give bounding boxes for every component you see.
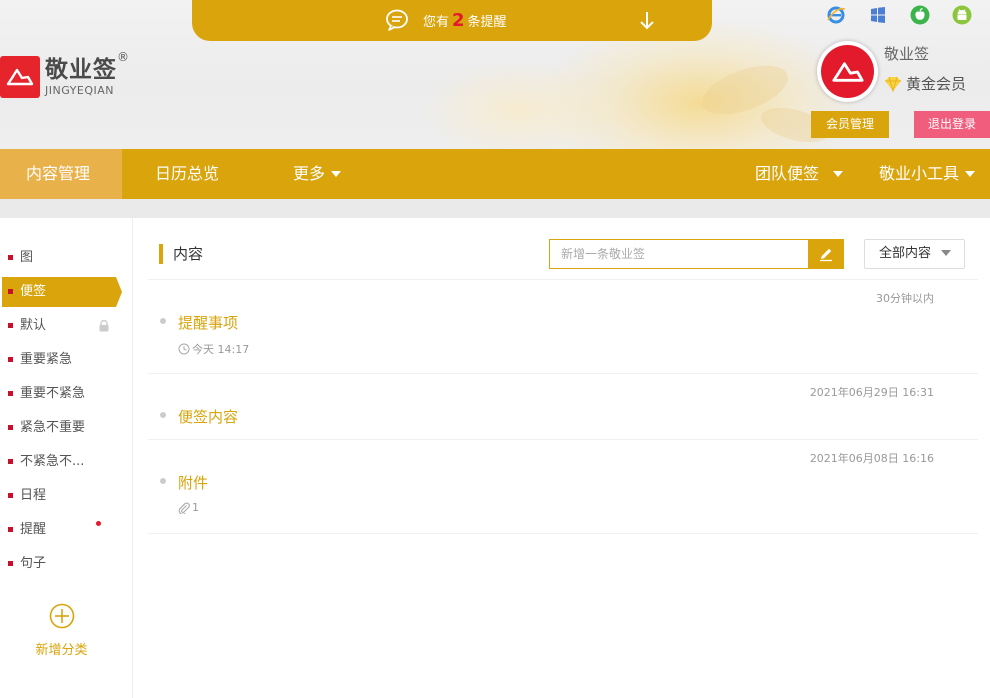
sidebar-item-urgent-not-important[interactable]: 紧急不重要 [2, 413, 122, 443]
unread-dot [96, 521, 101, 526]
nav-tools[interactable]: 敬业小工具 [879, 149, 976, 199]
separator-band [0, 199, 990, 218]
note-title: 提醒事项 [178, 314, 239, 332]
clock-icon [178, 343, 190, 355]
chat-bubble-icon [386, 9, 408, 31]
logout-button[interactable]: 退出登录 [914, 111, 990, 138]
diamond-icon [885, 76, 901, 92]
caret-down-icon [941, 249, 952, 256]
header-decoration [420, 60, 620, 149]
sidebar-item-schedule[interactable]: 日程 [2, 481, 122, 511]
brand-name: 敬业签 [45, 57, 117, 83]
sidebar-item-reminder[interactable]: 提醒 [2, 515, 122, 545]
username: 敬业签 [884, 45, 930, 63]
note-time: 30分钟以内 [876, 292, 934, 305]
plus-circle-icon [49, 603, 74, 629]
ie-icon[interactable] [826, 5, 846, 25]
paperclip-icon [178, 502, 190, 514]
caret-down-icon [965, 170, 976, 177]
add-note-button[interactable] [808, 240, 843, 268]
apple-icon[interactable] [910, 5, 930, 25]
note-attachment-count: 1 [178, 501, 199, 514]
new-note-bar [549, 239, 844, 269]
add-category-label: 新增分类 [35, 643, 88, 658]
content-filter-select[interactable]: 全部内容 [864, 239, 965, 269]
page-title: 内容 [159, 244, 203, 264]
logo-icon [0, 56, 40, 98]
nav-team-notes[interactable]: 团队便签 [755, 149, 844, 199]
reminder-text: 您有 2 条提醒 [423, 10, 507, 31]
bullet [160, 412, 166, 418]
sidebar-item-sentence[interactable]: 句子 [2, 549, 122, 579]
lock-icon [99, 320, 109, 332]
note-item[interactable]: 2021年06月08日 16:16 附件 1 [148, 450, 978, 534]
nav-calendar-overview[interactable]: 日历总览 [155, 149, 219, 199]
windows-icon[interactable] [868, 5, 888, 25]
pencil-icon [819, 248, 832, 262]
bullet [160, 318, 166, 324]
category-sidebar: 图 便签 默认 重要紧急 重要不紧急 紧急不重要 不紧急不... 日程 提醒 句… [0, 218, 133, 698]
reminder-count: 2 [452, 10, 465, 31]
note-item[interactable]: 2021年06月29日 16:31 便签内容 [148, 384, 978, 440]
brand-logo[interactable]: 敬业签 JINGYEQIAN ® [0, 50, 129, 98]
caret-down-icon [833, 170, 844, 177]
member-level: 黄金会员 [884, 73, 966, 94]
note-time: 2021年06月08日 16:16 [809, 452, 934, 465]
platform-links [826, 5, 972, 25]
sidebar-item-chart[interactable]: 图 [2, 243, 122, 273]
sidebar-item-important-urgent[interactable]: 重要紧急 [2, 345, 122, 375]
main-nav: 内容管理 日历总览 更多 团队便签 敬业小工具 [0, 149, 990, 199]
sidebar-item-not-urgent[interactable]: 不紧急不... [2, 447, 122, 477]
note-title: 附件 [178, 474, 209, 492]
android-icon[interactable] [952, 5, 972, 25]
note-time: 2021年06月29日 16:31 [809, 386, 934, 399]
sidebar-item-important-not-urgent[interactable]: 重要不紧急 [2, 379, 122, 409]
sidebar-item-notes[interactable]: 便签 [2, 277, 122, 307]
registered-mark: ® [117, 50, 129, 64]
note-title: 便签内容 [178, 408, 239, 426]
sidebar-item-default[interactable]: 默认 [2, 311, 122, 341]
arrow-down-icon[interactable] [639, 11, 655, 31]
divider [148, 279, 978, 280]
new-note-input[interactable] [550, 240, 808, 268]
nav-content-management[interactable]: 内容管理 [0, 149, 122, 199]
avatar[interactable] [817, 41, 878, 102]
member-management-button[interactable]: 会员管理 [811, 111, 889, 138]
caret-down-icon [331, 170, 342, 177]
header: 敬业签 JINGYEQIAN ® 您有 2 条提醒 敬业签 黄金会员 会员管理 … [0, 0, 990, 149]
note-reminder-time: 今天 14:17 [178, 341, 249, 357]
brand-name-en: JINGYEQIAN [45, 84, 115, 97]
nav-more[interactable]: 更多 [293, 149, 342, 199]
note-item[interactable]: 30分钟以内 提醒事项 今天 14:17 [148, 290, 978, 374]
reminder-banner[interactable]: 您有 2 条提醒 [192, 0, 712, 41]
bullet [160, 478, 166, 484]
add-category-button[interactable]: 新增分类 [0, 603, 123, 658]
